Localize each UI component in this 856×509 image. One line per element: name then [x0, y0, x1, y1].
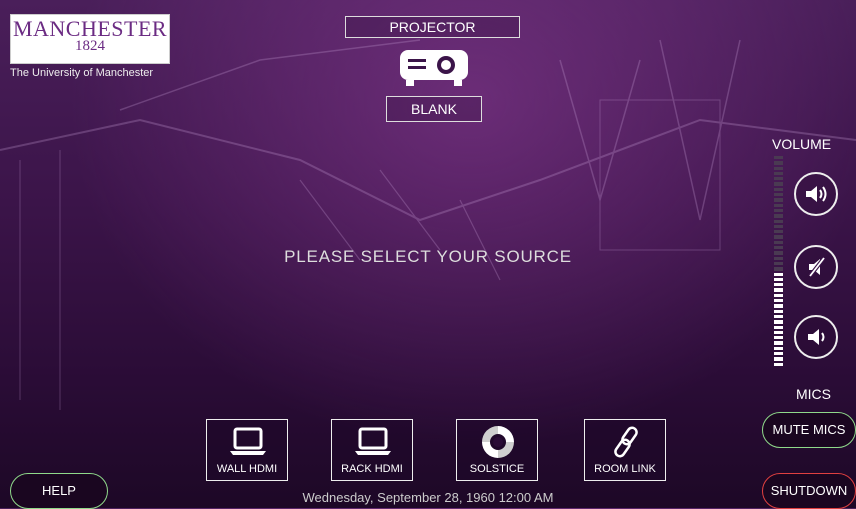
volume-segment	[774, 325, 783, 329]
volume-segment	[774, 230, 783, 234]
source-wall-hdmi-button[interactable]: WALL HDMI	[206, 419, 288, 481]
link-icon	[614, 426, 638, 458]
volume-segment	[774, 293, 783, 298]
volume-segment	[774, 304, 783, 308]
volume-segment	[774, 261, 783, 266]
volume-segment	[774, 193, 783, 197]
source-label: SOLSTICE	[469, 463, 525, 475]
volume-segment	[774, 224, 783, 229]
volume-segment	[774, 156, 783, 160]
source-label: ROOM LINK	[594, 463, 656, 475]
source-room-link-button[interactable]: ROOM LINK	[584, 419, 666, 481]
volume-segment	[774, 198, 783, 202]
volume-segment	[774, 336, 783, 340]
volume-segment	[774, 283, 783, 287]
volume-segment	[774, 341, 783, 345]
volume-up-icon	[806, 186, 827, 202]
volume-segment	[774, 346, 783, 350]
volume-down-button[interactable]	[794, 315, 838, 359]
volume-mute-icon	[808, 256, 826, 278]
logo-year: 1824	[75, 38, 105, 54]
volume-segment	[774, 288, 783, 292]
volume-segment	[774, 357, 783, 361]
mute-mics-button[interactable]: MUTE MICS	[762, 412, 856, 448]
volume-up-button[interactable]	[794, 172, 838, 216]
volume-segment	[774, 267, 783, 271]
blank-button[interactable]: BLANK	[386, 96, 482, 122]
laptop-icon	[355, 427, 391, 455]
projector-icon[interactable]	[398, 46, 470, 90]
volume-segment	[774, 177, 783, 181]
volume-segment	[774, 256, 783, 260]
volume-segment	[774, 251, 783, 255]
source-label: RACK HDMI	[341, 463, 403, 475]
volume-segment	[774, 203, 783, 207]
laptop-icon	[230, 427, 266, 455]
logo-name: MANCHESTER	[12, 16, 168, 41]
university-logo: MANCHESTER 1824	[10, 14, 170, 64]
logo-subtitle: The University of Manchester	[10, 67, 154, 79]
volume-segment	[774, 187, 783, 192]
select-source-message: PLEASE SELECT YOUR SOURCE	[284, 247, 572, 266]
volume-segment	[774, 272, 783, 276]
volume-segment	[774, 309, 783, 313]
volume-segment	[774, 314, 783, 319]
volume-segment	[774, 166, 783, 170]
solstice-icon	[482, 426, 514, 458]
volume-segment	[774, 214, 783, 218]
volume-label: VOLUME	[772, 136, 832, 152]
volume-segment	[774, 240, 783, 245]
volume-segment	[774, 219, 783, 223]
volume-segment	[774, 351, 783, 356]
volume-segment	[774, 208, 783, 213]
volume-level-bar	[774, 156, 783, 366]
volume-segment	[774, 277, 783, 282]
volume-segment	[774, 235, 783, 239]
source-rack-hdmi-button[interactable]: RACK HDMI	[331, 419, 413, 481]
volume-segment	[774, 171, 783, 176]
volume-segment	[774, 161, 783, 165]
volume-segment	[774, 362, 783, 366]
volume-mute-button[interactable]	[794, 245, 838, 289]
projector-label: PROJECTOR	[345, 16, 520, 38]
volume-segment	[774, 299, 783, 303]
mics-label: MICS	[796, 386, 831, 402]
source-solstice-button[interactable]: SOLSTICE	[456, 419, 538, 481]
source-label: WALL HDMI	[216, 463, 278, 475]
datetime-display: Wednesday, September 28, 1960 12:00 AM	[302, 490, 554, 505]
volume-down-icon	[808, 329, 825, 345]
volume-segment	[774, 182, 783, 186]
volume-segment	[774, 330, 783, 335]
volume-segment	[774, 246, 783, 250]
volume-segment	[774, 320, 783, 324]
